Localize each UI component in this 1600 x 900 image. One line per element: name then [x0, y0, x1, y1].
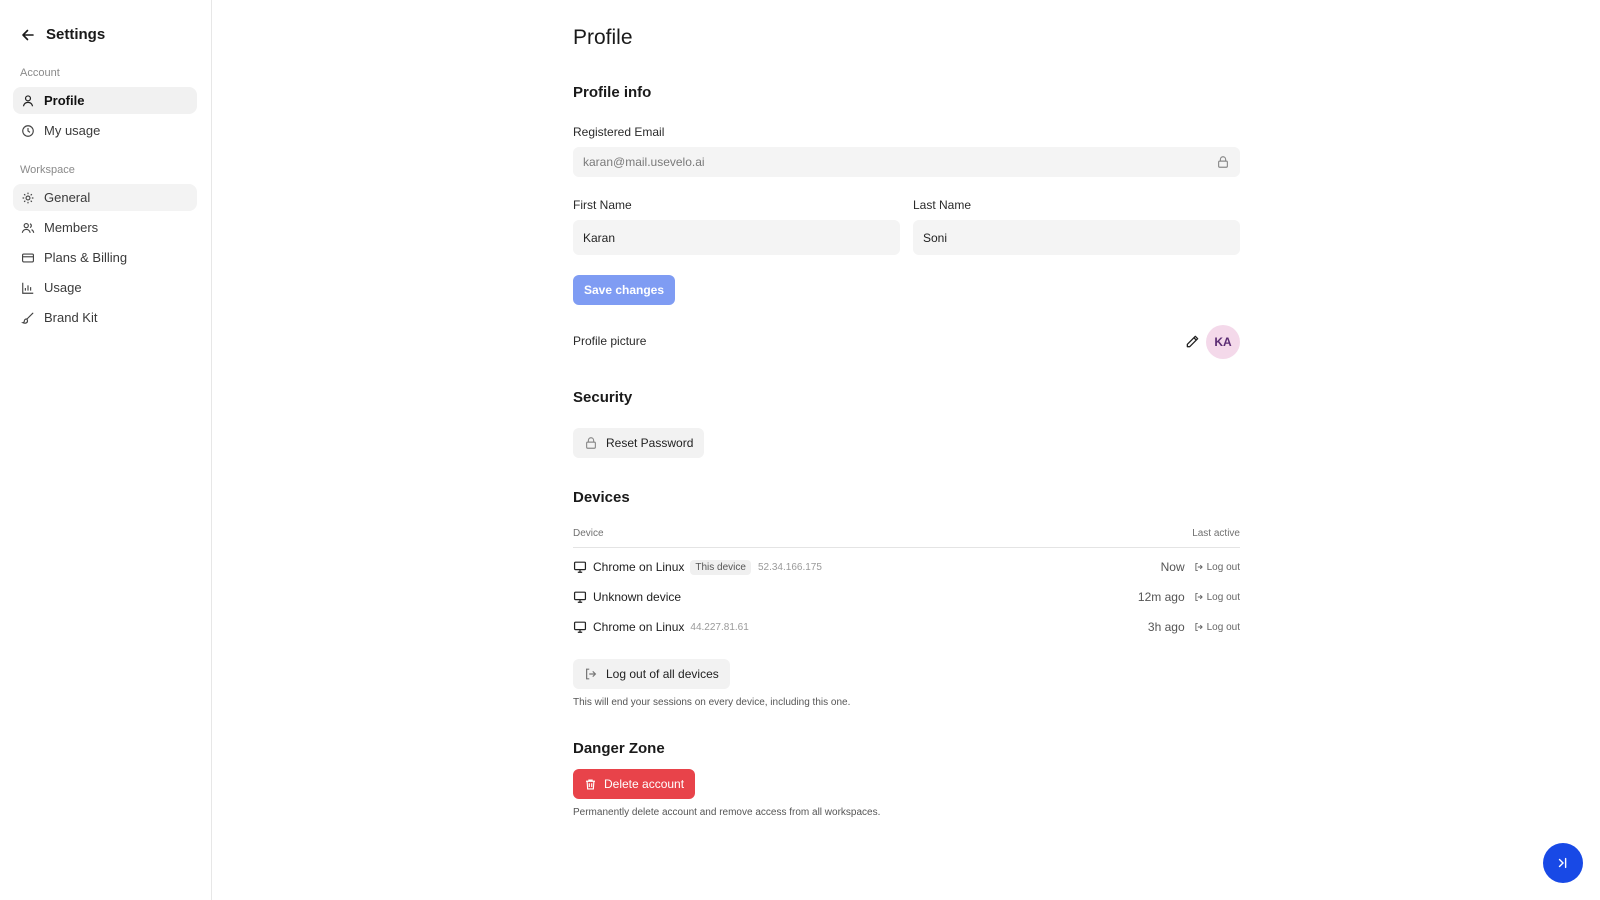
sidebar-item-brand-kit[interactable]: Brand Kit [13, 304, 197, 331]
sidebar-item-plans-billing[interactable]: Plans & Billing [13, 244, 197, 271]
arrow-left-icon [22, 29, 34, 40]
table-row: Chrome on Linux This device 52.34.166.17… [573, 557, 1240, 577]
first-name-label: First Name [573, 198, 632, 212]
sidebar-item-label: Plans & Billing [44, 250, 128, 265]
pencil-icon[interactable] [1185, 334, 1200, 349]
logout-all-devices-button[interactable]: Log out of all devices [573, 659, 730, 689]
security-heading: Security [573, 389, 633, 406]
logout-all-label: Log out of all devices [606, 667, 719, 681]
logout-label: Log out [1206, 561, 1240, 573]
profile-picture-label: Profile picture [573, 334, 647, 348]
sidebar-item-usage[interactable]: Usage [13, 274, 197, 301]
lock-icon [1218, 156, 1228, 168]
assistant-icon [1558, 857, 1567, 869]
sidebar-item-my-usage[interactable]: My usage [13, 117, 197, 144]
user-icon [22, 94, 34, 106]
logout-label: Log out [1206, 621, 1240, 633]
monitor-icon [573, 621, 587, 633]
bar-chart-icon [22, 282, 34, 294]
devices-heading: Devices [573, 489, 630, 506]
logout-icon [586, 668, 597, 680]
sidebar-item-label: General [44, 190, 91, 205]
trash-icon [586, 778, 595, 790]
monitor-icon [573, 591, 587, 603]
delete-account-help-text: Permanently delete account and remove ac… [573, 807, 881, 818]
avatar[interactable]: KA [1206, 325, 1240, 359]
logout-icon [1195, 593, 1203, 601]
device-name: Chrome on Linux [593, 620, 685, 634]
sidebar: Settings Account Profile My usage Worksp… [0, 0, 212, 900]
gear-icon [22, 192, 34, 203]
first-name-input[interactable] [573, 220, 900, 255]
sidebar-item-label: Brand Kit [44, 310, 98, 325]
delete-account-button[interactable]: Delete account [573, 769, 696, 799]
column-device: Device [573, 528, 604, 539]
email-field: karan@mail.usevelo.ai [573, 147, 1240, 177]
sidebar-item-label: Profile [44, 93, 85, 108]
email-label: Registered Email [573, 125, 665, 139]
reset-password-label: Reset Password [606, 436, 694, 450]
settings-app: Settings Account Profile My usage Worksp… [0, 0, 1600, 900]
column-last-active: Last active [1192, 528, 1240, 539]
device-logout-button[interactable]: Log out [1194, 562, 1240, 573]
email-value: karan@mail.usevelo.ai [583, 155, 705, 169]
sidebar-section-account: Account [20, 67, 60, 79]
device-name: Unknown device [593, 590, 682, 604]
sidebar-item-members[interactable]: Members [13, 214, 197, 241]
sidebar-item-profile[interactable]: Profile [13, 87, 197, 114]
device-ip: 44.227.81.61 [690, 621, 749, 633]
lock-icon [586, 437, 596, 449]
save-changes-button[interactable]: Save changes [573, 275, 675, 305]
logout-all-help-text: This will end your sessions on every dev… [573, 697, 851, 708]
page-title: Profile [573, 26, 633, 49]
brush-icon [21, 312, 34, 324]
clock-icon [22, 124, 34, 137]
logout-icon [1195, 563, 1203, 571]
device-logout-button[interactable]: Log out [1194, 622, 1240, 633]
credit-card-icon [22, 252, 34, 263]
assistant-fab-button[interactable] [1543, 843, 1583, 883]
sidebar-title: Settings [46, 26, 106, 43]
last-name-input[interactable] [913, 220, 1240, 255]
logout-icon [1195, 623, 1203, 631]
sidebar-item-label: Usage [44, 280, 82, 295]
sidebar-item-label: My usage [44, 123, 101, 138]
back-to-settings[interactable]: Settings [20, 26, 105, 43]
last-active: Now [1160, 560, 1185, 574]
reset-password-button[interactable]: Reset Password [573, 428, 705, 458]
monitor-icon [573, 561, 587, 573]
users-icon [21, 222, 35, 233]
danger-zone-heading: Danger Zone [573, 740, 665, 757]
last-active: 12m ago [1137, 590, 1185, 604]
sidebar-section-workspace: Workspace [20, 164, 75, 176]
last-name-label: Last Name [913, 198, 972, 212]
device-ip: 52.34.166.175 [757, 561, 822, 573]
device-name: Chrome on Linux [593, 560, 685, 574]
table-row: Chrome on Linux 44.227.81.61 3h ago Log … [573, 617, 1240, 637]
devices-table-header: Device Last active [573, 528, 1240, 548]
table-row: Unknown device 12m ago Log out [573, 587, 1240, 607]
last-active: 3h ago [1147, 620, 1185, 634]
sidebar-item-label: Members [44, 220, 99, 235]
this-device-badge: This device [690, 559, 751, 575]
profile-info-heading: Profile info [573, 84, 652, 101]
device-logout-button[interactable]: Log out [1194, 592, 1240, 603]
logout-label: Log out [1206, 591, 1240, 603]
delete-account-label: Delete account [604, 777, 685, 791]
sidebar-item-general[interactable]: General [13, 184, 197, 211]
